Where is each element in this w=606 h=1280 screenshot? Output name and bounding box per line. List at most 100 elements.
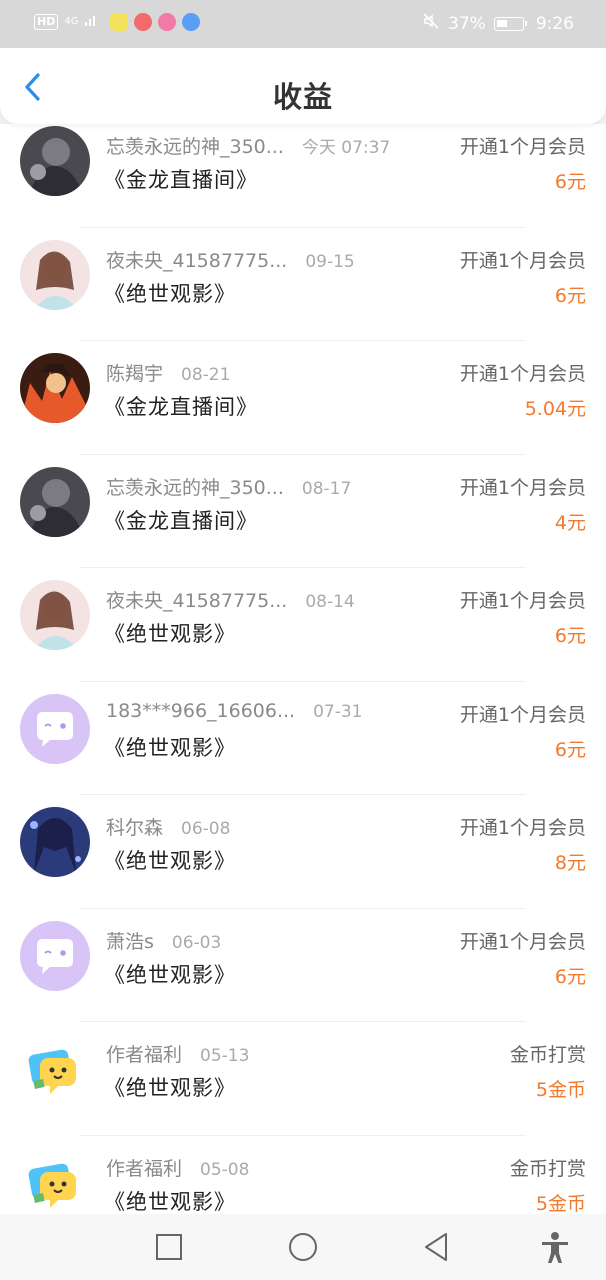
record-date: 05-08 <box>200 1159 250 1180</box>
user-avatar[interactable] <box>20 807 90 877</box>
page-title: 收益 <box>272 80 333 114</box>
book-title: 《绝世观影》 <box>104 281 236 306</box>
triangle-back-icon <box>425 1233 447 1261</box>
earning-row[interactable]: 夜未央_41587775... 08-14 《绝世观影》 开通1个月会员 6元 <box>0 568 606 682</box>
book-title: 《金龙直播间》 <box>104 168 258 192</box>
earning-row[interactable]: 陈羯宇 08-21 《金龙直播间》 开通1个月会员 5.04元 <box>0 341 606 455</box>
book-title: 《金龙直播间》 <box>104 395 258 419</box>
book-title: 《金龙直播间》 <box>104 508 258 533</box>
user-name-text: 夜未央_41587775... <box>106 249 288 272</box>
user-name-text: 作者福利 <box>106 1044 183 1066</box>
earning-type: 开通1个月会员 <box>459 817 586 839</box>
book-title: 《绝世观影》 <box>104 1076 236 1100</box>
signal-icon <box>84 12 98 32</box>
user-name: 忘羡永远的神_350... 08-17 <box>106 473 351 500</box>
book-title: 《绝世观影》 <box>104 735 236 760</box>
accessibility-button[interactable] <box>538 1230 572 1264</box>
earning-type: 开通1个月会员 <box>459 136 586 158</box>
user-name: 夜未央_41587775... 09-15 <box>106 246 355 273</box>
earning-row[interactable]: 183***966_16606... 07-31 《绝世观影》 开通1个月会员 6元 <box>0 681 606 795</box>
user-name: 忘羡永远的神_350... 今天 07:37 <box>106 132 390 159</box>
home-button[interactable] <box>286 1230 320 1264</box>
user-name-text: 萧浩s <box>106 930 154 953</box>
book-title: 《绝世观影》 <box>104 962 236 987</box>
earning-amount: 6元 <box>554 171 586 193</box>
user-name: 科尔森 06-08 <box>106 813 230 840</box>
system-nav-bar <box>0 1214 606 1280</box>
earning-amount: 6元 <box>554 738 586 761</box>
user-avatar[interactable] <box>20 920 90 991</box>
earning-amount: 4元 <box>554 511 586 534</box>
record-date: 09-15 <box>305 251 355 272</box>
battery-percent: 37% <box>448 13 486 34</box>
user-avatar[interactable] <box>20 353 90 423</box>
record-date: 08-17 <box>301 478 352 499</box>
record-date: 06-08 <box>181 819 231 839</box>
earning-type: 开通1个月会员 <box>459 590 586 612</box>
user-name: 夜未央_41587775... 08-14 <box>106 586 355 613</box>
earning-row[interactable]: 忘羡永远的神_350... 08-17 《金龙直播间》 开通1个月会员 4元 <box>0 454 606 568</box>
app-header: 收益 <box>0 48 606 124</box>
earning-row[interactable]: 作者福利 05-13 《绝世观影》 金币打赏 5金币 <box>0 1022 606 1136</box>
app-notification-icon <box>110 13 129 31</box>
status-right: 37% 9:26 <box>422 12 574 35</box>
status-left: HD 4G <box>34 12 201 32</box>
cat-app-icon <box>158 13 177 31</box>
user-avatar[interactable] <box>20 1147 90 1214</box>
user-avatar[interactable] <box>20 466 90 537</box>
user-name-text: 夜未央_41587775... <box>106 590 288 612</box>
book-title: 《绝世观影》 <box>104 849 236 873</box>
record-date: 05-13 <box>200 1046 250 1066</box>
user-avatar[interactable] <box>20 239 90 310</box>
user-name-text: 183***966_16606... <box>106 699 296 722</box>
user-name: 183***966_16606... 07-31 <box>106 700 363 722</box>
earnings-list[interactable]: 忘羡永远的神_350... 今天 07:37 《金龙直播间》 开通1个月会员 6元 夜未央… <box>0 124 606 1214</box>
earning-amount: 5.04元 <box>524 398 586 420</box>
user-avatar[interactable] <box>20 1034 90 1104</box>
earning-row[interactable]: 夜未央_41587775... 09-15 《绝世观影》 开通1个月会员 6元 <box>0 227 606 341</box>
browser-app-icon <box>182 13 201 31</box>
user-name-text: 忘羡永远的神_350... <box>106 476 284 499</box>
status-bar: HD 4G 37% 9:26 <box>0 0 606 48</box>
book-title: 《绝世观影》 <box>104 1189 236 1214</box>
earning-row[interactable]: 忘羡永远的神_350... 今天 07:37 《金龙直播间》 开通1个月会员 6元 <box>0 124 606 228</box>
user-name: 作者福利 05-13 <box>106 1040 249 1067</box>
user-name: 作者福利 05-08 <box>106 1154 249 1181</box>
earning-type: 开通1个月会员 <box>459 703 586 726</box>
earning-amount: 8元 <box>554 852 586 874</box>
book-title: 《绝世观影》 <box>104 622 236 646</box>
record-date: 07-31 <box>313 701 363 722</box>
record-date: 08-14 <box>305 592 355 612</box>
square-icon <box>156 1234 182 1260</box>
recent-apps-button[interactable] <box>152 1230 186 1264</box>
back-nav-button[interactable] <box>420 1230 454 1264</box>
weibo-notification-icon <box>134 13 153 31</box>
earning-type: 开通1个月会员 <box>459 249 586 272</box>
mute-icon <box>422 12 440 35</box>
user-name-text: 作者福利 <box>106 1157 183 1180</box>
user-name-text: 科尔森 <box>106 817 164 839</box>
earning-amount: 6元 <box>554 965 586 988</box>
earning-type: 开通1个月会员 <box>459 476 586 499</box>
earning-type: 开通1个月会员 <box>459 930 586 953</box>
user-avatar[interactable] <box>20 126 90 196</box>
earning-type: 开通1个月会员 <box>459 363 586 385</box>
user-avatar[interactable] <box>20 693 90 764</box>
user-name: 陈羯宇 08-21 <box>106 359 230 386</box>
earning-row[interactable]: 萧浩s 06-03 《绝世观影》 开通1个月会员 6元 <box>0 908 606 1022</box>
clock: 9:26 <box>535 13 574 34</box>
user-avatar[interactable] <box>20 580 90 650</box>
hd-indicator: HD <box>34 14 59 30</box>
user-name-text: 陈羯宇 <box>106 363 164 385</box>
accessibility-icon <box>542 1232 568 1263</box>
user-name-text: 忘羡永远的神_350... <box>106 136 284 158</box>
earning-type: 金币打赏 <box>509 1157 586 1180</box>
network-indicator: 4G <box>64 16 79 27</box>
earning-amount: 6元 <box>554 284 586 307</box>
earning-row[interactable]: 作者福利 05-08 《绝世观影》 金币打赏 5金币 <box>0 1135 606 1215</box>
earning-amount: 5金币 <box>535 1192 586 1215</box>
earning-type: 金币打赏 <box>509 1044 586 1066</box>
earning-amount: 6元 <box>554 625 586 647</box>
earning-row[interactable]: 科尔森 06-08 《绝世观影》 开通1个月会员 8元 <box>0 795 606 909</box>
earning-amount: 5金币 <box>535 1079 586 1101</box>
